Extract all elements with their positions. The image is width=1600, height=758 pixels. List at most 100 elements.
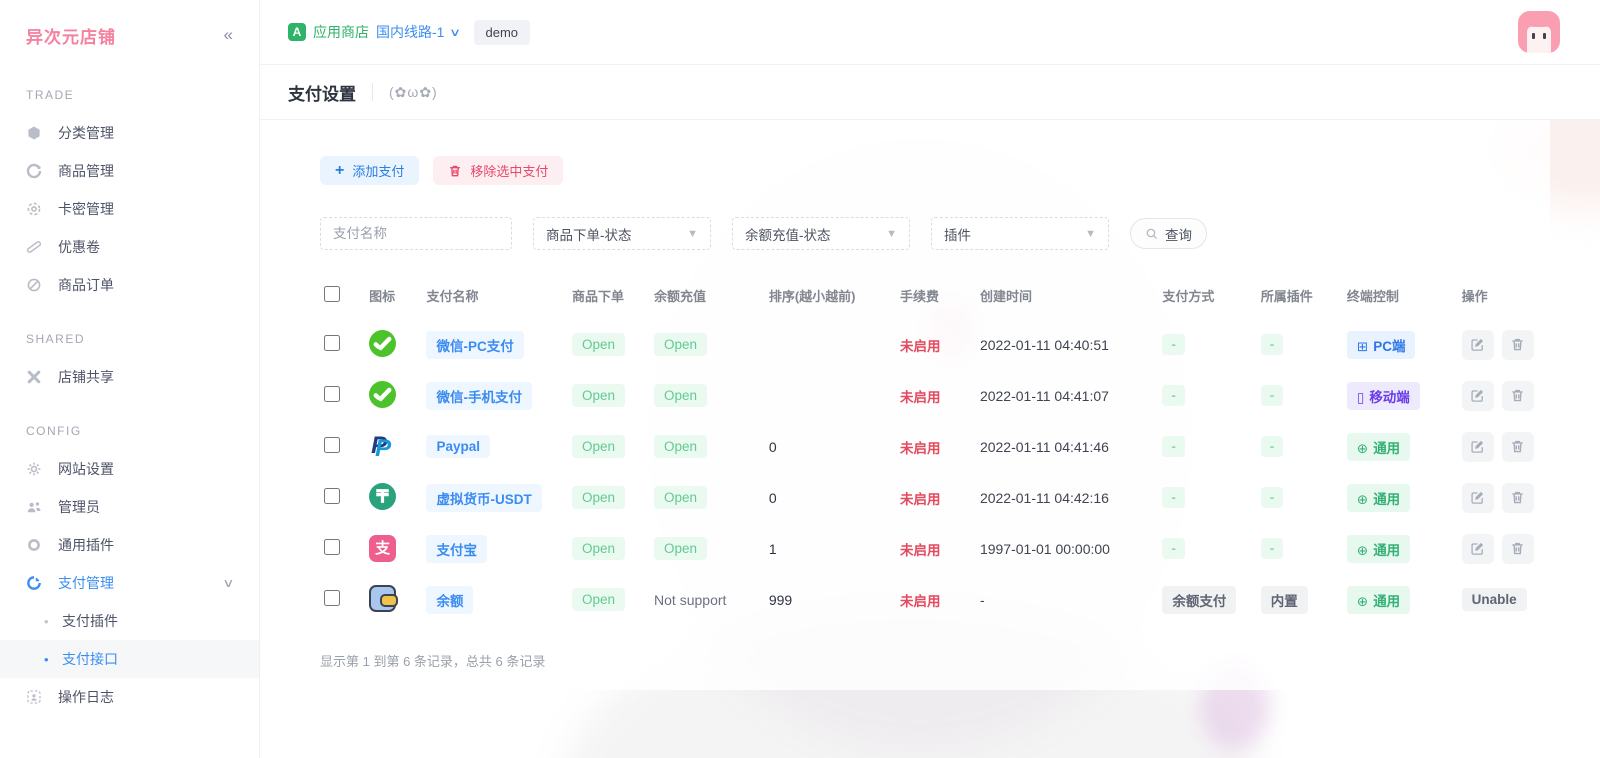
created-cell: -	[976, 574, 1158, 625]
row-checkbox[interactable]	[324, 386, 340, 402]
fee-cell: 未启用	[896, 472, 976, 523]
sidebar-collapse-icon[interactable]: «	[224, 25, 233, 45]
created-cell: 2022-01-11 04:42:16	[976, 472, 1158, 523]
column-header-创建时间: 创建时间	[976, 278, 1158, 319]
sidebar-item-优惠卷[interactable]: 优惠卷	[0, 228, 259, 266]
row-checkbox-cell	[320, 421, 365, 472]
plugin-select[interactable]: 插件 ▼	[931, 217, 1109, 250]
edit-button[interactable]	[1462, 534, 1494, 564]
terminal-cell: ⊞PC端	[1343, 319, 1458, 370]
sidebar-subitem-支付插件[interactable]: •支付插件	[0, 602, 259, 640]
payment-name-link[interactable]: 微信-PC支付	[426, 331, 523, 359]
recharge-status-text: Not support	[654, 592, 726, 608]
sort-cell: 0	[765, 421, 896, 472]
recharge-status-cell: Open	[650, 370, 765, 421]
sidebar-item-管理员[interactable]: 管理员	[0, 488, 259, 526]
name-cell: 微信-手机支付	[422, 370, 568, 421]
row-checkbox[interactable]	[324, 437, 340, 453]
chevron-down-icon: ▼	[687, 228, 698, 240]
order-status-cell: Open	[568, 523, 650, 574]
payment-name-link[interactable]: Paypal	[426, 435, 490, 458]
terminal-cell: ⊕通用	[1343, 421, 1458, 472]
terminal-badge-generic: ⊕通用	[1347, 433, 1410, 461]
order-status-badge: Open	[572, 537, 625, 560]
row-checkbox-cell	[320, 472, 365, 523]
order-status-select[interactable]: 商品下单-状态 ▼	[533, 217, 711, 250]
user-avatar[interactable]	[1518, 11, 1560, 53]
recharge-status-badge: Open	[654, 435, 707, 458]
sidebar-item-label: 店铺共享	[58, 367, 114, 387]
table-row: 虚拟货币-USDTOpenOpen0未启用2022-01-11 04:42:16…	[320, 472, 1550, 523]
actions-cell	[1458, 370, 1550, 421]
name-cell: Paypal	[422, 421, 568, 472]
plugin-badge: -	[1261, 436, 1284, 457]
fee-cell: 未启用	[896, 574, 976, 625]
select-all-checkbox[interactable]	[324, 286, 340, 302]
delete-button[interactable]	[1502, 381, 1534, 411]
search-icon	[1145, 227, 1159, 241]
env-badge[interactable]: demo	[474, 20, 531, 45]
edit-button[interactable]	[1462, 483, 1494, 513]
delete-button[interactable]	[1502, 330, 1534, 360]
method-badge: 余额支付	[1162, 586, 1236, 614]
row-checkbox[interactable]	[324, 590, 340, 606]
sidebar-item-商品管理[interactable]: 商品管理	[0, 152, 259, 190]
sidebar-item-label: 网站设置	[58, 459, 114, 479]
sidebar-item-网站设置[interactable]: 网站设置	[0, 450, 259, 488]
created-cell: 2022-01-11 04:40:51	[976, 319, 1158, 370]
unable-badge: Unable	[1462, 588, 1527, 611]
sidebar-item-label: 支付管理	[58, 573, 114, 593]
app-store-selector[interactable]: A 应用商店 国内线路-1 ∨	[288, 22, 460, 42]
edit-button[interactable]	[1462, 432, 1494, 462]
payment-name-link[interactable]: 虚拟货币-USDT	[426, 484, 541, 512]
terminal-cell: ⊕通用	[1343, 472, 1458, 523]
sidebar-item-操作日志[interactable]: 操作日志	[0, 678, 259, 716]
sidebar-item-分类管理[interactable]: 分类管理	[0, 114, 259, 152]
cardkey-icon	[26, 201, 42, 217]
sidebar-item-店铺共享[interactable]: 店铺共享	[0, 358, 259, 396]
edit-button[interactable]	[1462, 330, 1494, 360]
pc-terminal-icon: ⊞	[1357, 339, 1368, 354]
generic-terminal-icon: ⊕	[1357, 594, 1368, 609]
app-store-label: 应用商店	[313, 22, 369, 42]
sidebar-item-支付管理[interactable]: 支付管理∨	[0, 564, 259, 602]
delete-button[interactable]	[1502, 483, 1534, 513]
table-row: 微信-PC支付OpenOpen未启用2022-01-11 04:40:51--⊞…	[320, 319, 1550, 370]
sidebar-item-商品订单[interactable]: 商品订单	[0, 266, 259, 304]
search-button[interactable]: 查询	[1130, 218, 1207, 249]
plugin-cell: 内置	[1257, 574, 1343, 625]
terminal-label: 通用	[1373, 441, 1400, 456]
name-cell: 余额	[422, 574, 568, 625]
section-gap	[0, 396, 259, 410]
wallet-icon	[369, 585, 396, 612]
method-cell: 余额支付	[1158, 574, 1256, 625]
recharge-status-cell: Open	[650, 421, 765, 472]
fee-cell: 未启用	[896, 370, 976, 421]
sidebar-subitem-支付接口[interactable]: •支付接口	[0, 640, 259, 678]
recharge-status-cell: Open	[650, 472, 765, 523]
row-checkbox[interactable]	[324, 488, 340, 504]
edit-button[interactable]	[1462, 381, 1494, 411]
order-status-cell: Open	[568, 574, 650, 625]
delete-button[interactable]	[1502, 534, 1534, 564]
wechat-icon	[369, 381, 396, 408]
row-checkbox[interactable]	[324, 335, 340, 351]
delete-button[interactable]	[1502, 432, 1534, 462]
remove-selected-button[interactable]: 移除选中支付	[433, 156, 563, 185]
icon-cell	[365, 574, 422, 625]
payment-name-link[interactable]: 支付宝	[426, 535, 487, 563]
terminal-cell: ▯移动端	[1343, 370, 1458, 421]
payment-name-input[interactable]	[320, 217, 512, 250]
sidebar-item-卡密管理[interactable]: 卡密管理	[0, 190, 259, 228]
plugin-cell: -	[1257, 319, 1343, 370]
row-checkbox[interactable]	[324, 539, 340, 555]
payment-name-link[interactable]: 微信-手机支付	[426, 382, 532, 410]
sidebar-item-label: 优惠卷	[58, 237, 100, 257]
payment-name-link[interactable]: 余额	[426, 586, 473, 614]
order-status-badge: Open	[572, 333, 625, 356]
sidebar-item-通用插件[interactable]: 通用插件	[0, 526, 259, 564]
add-payment-button[interactable]: + 添加支付	[320, 156, 419, 185]
recharge-status-select[interactable]: 余额充值-状态 ▼	[732, 217, 910, 250]
order-status-badge: Open	[572, 486, 625, 509]
actions-cell	[1458, 319, 1550, 370]
